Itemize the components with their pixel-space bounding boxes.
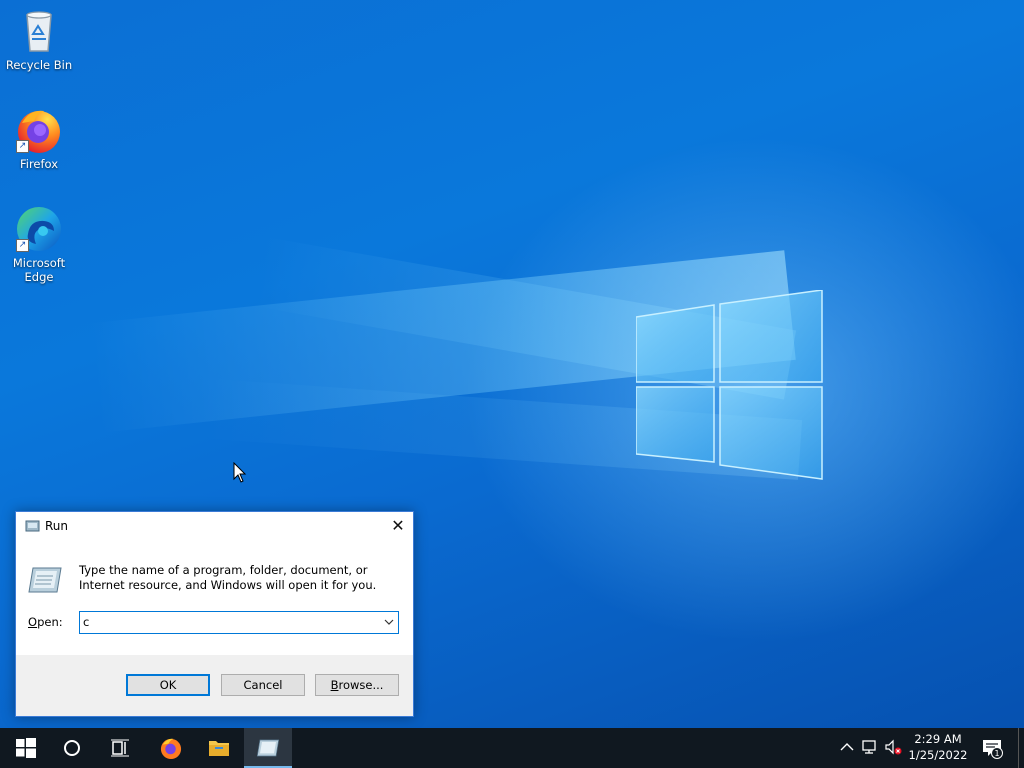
taskbar-run[interactable] [244,728,292,768]
start-button[interactable] [0,728,48,768]
mouse-cursor-icon [233,462,247,483]
cancel-button[interactable]: Cancel [221,674,305,696]
search-button[interactable] [48,728,96,768]
search-circle-icon [64,740,80,756]
shortcut-arrow-icon: ↗ [16,239,29,252]
chevron-up-icon[interactable] [838,738,856,756]
show-desktop-button[interactable] [1018,728,1019,768]
run-dialog: Run ✕ Type the name of a program, folder… [15,511,414,717]
chevron-down-icon[interactable] [383,616,395,628]
run-description: Type the name of a program, folder, docu… [79,563,377,592]
task-view-button[interactable] [96,728,144,768]
file-explorer-icon [209,741,229,756]
desktop: Recycle Bin ↗ Firefox ↗ Microsoft Edge R… [0,0,1024,728]
close-icon[interactable]: ✕ [383,512,413,541]
desktop-icon-label: Microsoft Edge [12,256,66,284]
open-input[interactable] [83,613,373,630]
run-icon [25,520,40,532]
windows-start-icon [16,738,36,758]
notification-count: 1 [994,749,999,758]
shortcut-arrow-icon: ↗ [16,140,29,153]
desktop-icon-label: Firefox [19,157,59,171]
windows-logo [636,290,823,480]
volume-muted-icon[interactable] [884,738,902,756]
open-combobox[interactable] [79,611,399,634]
firefox-icon [160,738,182,760]
network-icon[interactable] [861,738,879,756]
taskbar-clock[interactable]: 2:29 AM 1/25/2022 [905,731,971,763]
desktop-icon-recycle-bin[interactable]: Recycle Bin [1,6,77,72]
ok-button[interactable]: OK [126,674,210,696]
task-view-icon [111,739,129,757]
desktop-icon-firefox[interactable]: ↗ Firefox [1,105,77,171]
taskbar: 2:29 AM 1/25/2022 1 [0,728,1024,768]
run-icon [28,567,62,593]
desktop-icon-edge[interactable]: ↗ Microsoft Edge [1,204,77,284]
run-title: Run [45,519,69,533]
run-titlebar[interactable]: Run ✕ [16,512,413,541]
clock-date: 1/25/2022 [908,748,968,762]
open-label: Open: [28,615,63,629]
browse-button[interactable]: Browse... [315,674,399,696]
run-icon [256,739,280,757]
recycle-bin-icon [26,11,52,52]
desktop-icon-label: Recycle Bin [5,58,73,72]
clock-time: 2:29 AM [914,732,962,746]
taskbar-firefox[interactable] [147,728,195,768]
taskbar-file-explorer[interactable] [195,728,243,768]
notification-center-icon[interactable]: 1 [980,736,1004,760]
